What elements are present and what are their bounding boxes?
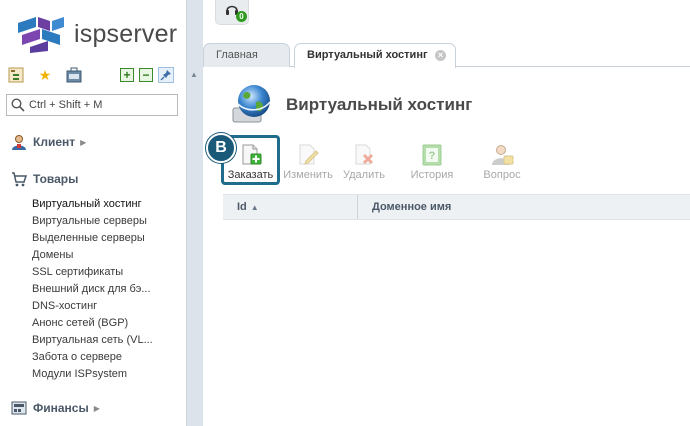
chevron-right-icon: ▶	[80, 137, 87, 147]
annotation-marker: B	[206, 133, 236, 163]
sidebar-item-domains[interactable]: Домены	[32, 247, 182, 264]
sidebar-item-bgp[interactable]: Анонс сетей (BGP)	[32, 315, 182, 332]
sidebar-item-virtual-servers[interactable]: Виртуальные серверы	[32, 213, 182, 230]
sidebar-item-vlan[interactable]: Виртуальная сеть (VL...	[32, 332, 182, 349]
notification-count-badge: 0	[236, 11, 247, 22]
sidebar-item-server-care[interactable]: Забота о сервере	[32, 349, 182, 366]
goods-menu-list: Виртуальный хостинг Виртуальные серверы …	[32, 196, 182, 383]
sidebar-section-finance[interactable]: Финансы ▶	[11, 399, 100, 417]
column-header-domain[interactable]: Доменное имя	[358, 195, 690, 219]
column-header-id[interactable]: Id ▲	[223, 195, 358, 219]
sidebar-section-goods[interactable]: Товары	[11, 170, 78, 188]
tab-virtual-hosting[interactable]: Виртуальный хостинг ×	[294, 43, 456, 68]
logo[interactable]: ispserver	[16, 14, 177, 54]
search-input[interactable]	[29, 99, 169, 111]
sidebar-splitter[interactable]: ▲	[186, 0, 203, 426]
order-button-label: Заказать	[227, 169, 274, 181]
sidebar-section-label: Финансы	[33, 401, 89, 415]
pin-icon[interactable]	[158, 67, 174, 83]
sidebar-item-virtual-hosting[interactable]: Виртуальный хостинг	[32, 196, 182, 213]
main-area: 0 Главная Виртуальный хостинг × Виртуаль…	[203, 0, 690, 426]
user-icon	[12, 135, 26, 150]
support-user-icon	[492, 145, 514, 165]
briefcase-icon[interactable]	[66, 67, 82, 83]
question-button[interactable]: Вопрос	[476, 137, 528, 183]
sidebar-section-label: Товары	[33, 172, 79, 186]
column-header-label: Id	[237, 201, 247, 213]
tab-bar: Главная Виртуальный хостинг ×	[203, 40, 690, 68]
logo-mark-icon	[18, 17, 64, 53]
expand-icon[interactable]: +	[120, 68, 134, 82]
close-icon[interactable]: ×	[435, 50, 446, 61]
sidebar: ispserver ★ + − Клиент ▶ Товары Виртуаль…	[0, 0, 186, 426]
sort-ascending-icon: ▲	[250, 203, 259, 212]
globe-icon	[232, 85, 271, 123]
star-icon[interactable]: ★	[37, 67, 53, 83]
sidebar-toolbar: ★ + −	[8, 67, 178, 85]
notification-button[interactable]: 0	[215, 0, 249, 25]
tree-icon[interactable]	[8, 67, 24, 83]
sidebar-item-ispsystem-modules[interactable]: Модули ISPsystem	[32, 366, 182, 383]
history-button-label: История	[410, 169, 454, 181]
edit-button-label: Изменить	[283, 169, 333, 181]
question-button-label: Вопрос	[483, 169, 521, 181]
page-title: Виртуальный хостинг	[286, 95, 473, 114]
delete-button[interactable]: Удалить	[338, 137, 390, 183]
tab-label: Главная	[216, 49, 258, 61]
history-button[interactable]: ? История	[406, 137, 458, 183]
edit-button[interactable]: Изменить	[281, 137, 335, 183]
svg-text:?: ?	[429, 150, 436, 162]
collapse-icon[interactable]: −	[139, 68, 153, 82]
tab-label: Виртуальный хостинг	[307, 49, 428, 61]
delete-button-label: Удалить	[343, 169, 385, 181]
content-area: Виртуальный хостинг Заказать B Изменить …	[203, 68, 690, 426]
sidebar-item-dns-hosting[interactable]: DNS-хостинг	[32, 298, 182, 315]
history-icon: ?	[422, 144, 442, 166]
sidebar-item-dedicated-servers[interactable]: Выделенные серверы	[32, 230, 182, 247]
search-icon	[11, 98, 25, 112]
edit-document-icon	[299, 144, 319, 165]
sidebar-search[interactable]	[6, 94, 178, 116]
sidebar-section-label: Клиент	[33, 135, 76, 149]
column-header-label: Доменное имя	[372, 201, 452, 213]
table-header: Id ▲ Доменное имя	[223, 194, 690, 220]
finance-icon	[11, 401, 27, 415]
tab-main[interactable]: Главная	[203, 43, 290, 67]
chevron-right-icon: ▶	[93, 403, 100, 413]
sidebar-item-backup-disk[interactable]: Внешний диск для бэ...	[32, 281, 182, 298]
delete-document-icon	[355, 144, 374, 165]
sidebar-section-client[interactable]: Клиент ▶	[11, 133, 86, 151]
collapse-sidebar-icon[interactable]: ▲	[190, 70, 198, 79]
cart-icon	[12, 172, 27, 187]
sidebar-item-ssl[interactable]: SSL сертификаты	[32, 264, 182, 281]
add-document-icon	[242, 144, 261, 165]
logo-text: ispserver	[74, 19, 178, 48]
